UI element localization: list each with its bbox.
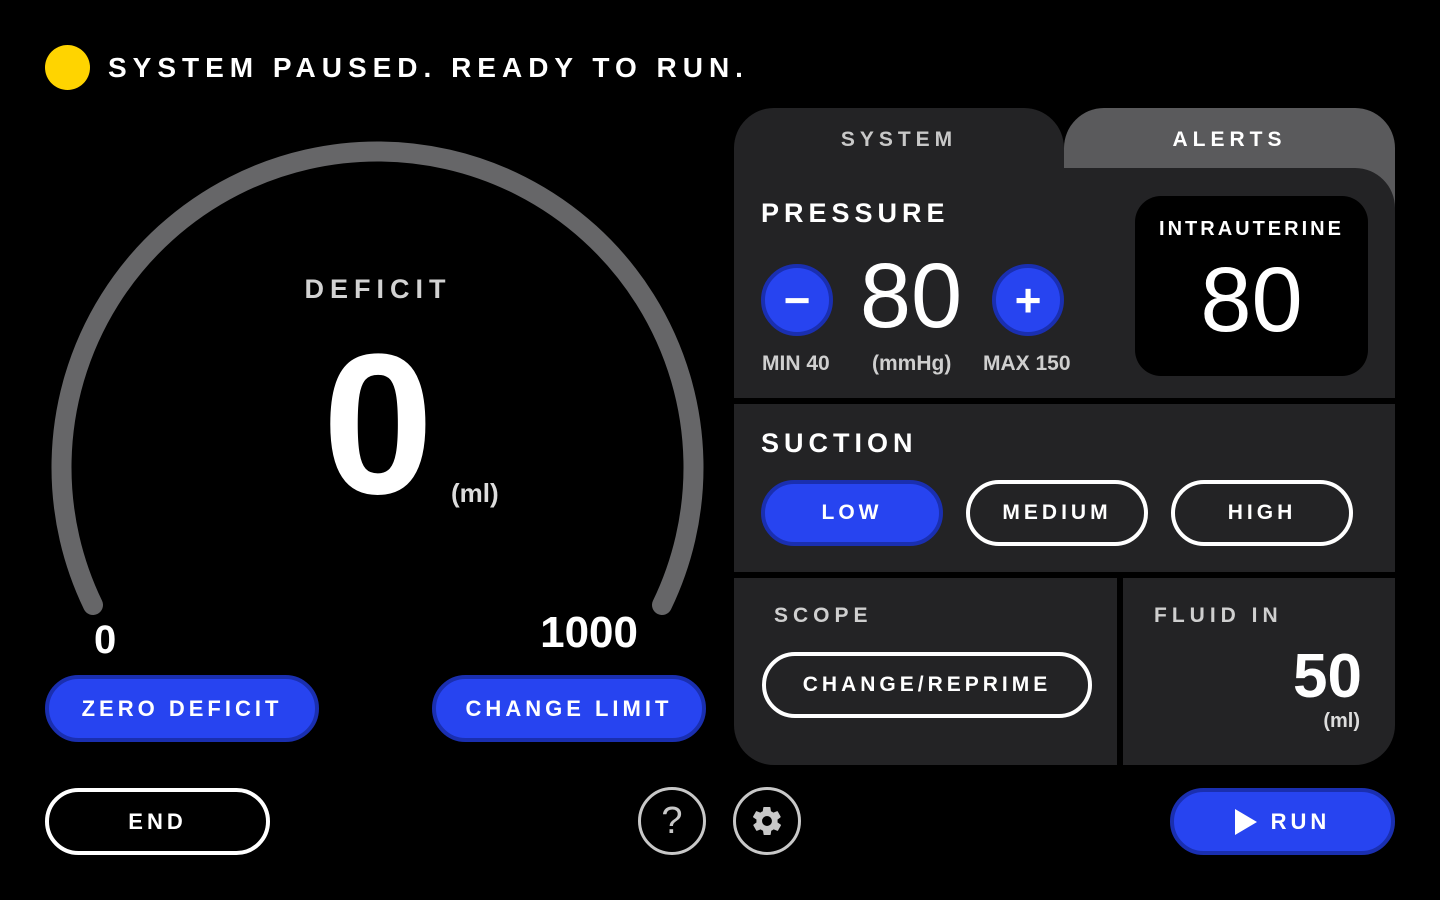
intrauterine-readout: INTRAUTERINE 80 [1135,196,1368,376]
fluid-in-title: FLUID IN [1154,604,1283,627]
question-icon: ? [661,799,683,842]
suction-title: SUCTION [761,428,918,458]
gauge-min-label: 0 [94,618,117,662]
pressure-max-label: MAX 150 [983,352,1071,375]
plus-icon: + [1014,274,1042,326]
intrauterine-label: INTRAUTERINE [1159,218,1344,240]
run-label: RUN [1270,808,1331,834]
gauge-max-label: 1000 [540,608,638,657]
run-button[interactable]: RUN [1170,788,1395,855]
minus-icon: − [783,274,811,326]
pressure-increase-button[interactable]: + [992,264,1064,336]
scope-title: SCOPE [774,604,873,627]
tab-system-label: SYSTEM [840,128,958,151]
tab-alerts-label: ALERTS [1172,128,1287,151]
fluid-in-unit: (ml) [1323,710,1360,732]
suction-medium-button[interactable]: MEDIUM [966,480,1148,546]
tab-alerts[interactable]: ALERTS [1064,108,1395,170]
status-message: SYSTEM PAUSED. READY TO RUN. [108,52,749,83]
pressure-title: PRESSURE [761,198,950,228]
settings-button[interactable] [733,787,801,855]
zero-deficit-button[interactable]: ZERO DEFICIT [45,675,319,742]
suction-high-button[interactable]: HIGH [1171,480,1353,546]
pressure-decrease-button[interactable]: − [761,264,833,336]
end-button[interactable]: END [45,788,270,855]
play-icon [1234,808,1257,835]
change-limit-button[interactable]: CHANGE LIMIT [432,675,706,742]
change-reprime-button[interactable]: CHANGE/REPRIME [762,652,1092,718]
suction-low-button[interactable]: LOW [761,480,943,546]
intrauterine-value: 80 [1200,249,1303,351]
fluid-in-value: 50 [1293,642,1362,711]
pressure-unit: (mmHg) [872,352,952,375]
gear-icon [753,806,781,836]
deficit-unit: (ml) [451,478,499,508]
pressure-value: 80 [859,245,963,347]
help-button[interactable]: ? [638,787,706,855]
pressure-min-label: MIN 40 [762,352,830,375]
status-indicator [45,45,90,90]
deficit-label: DEFICIT [304,274,452,304]
